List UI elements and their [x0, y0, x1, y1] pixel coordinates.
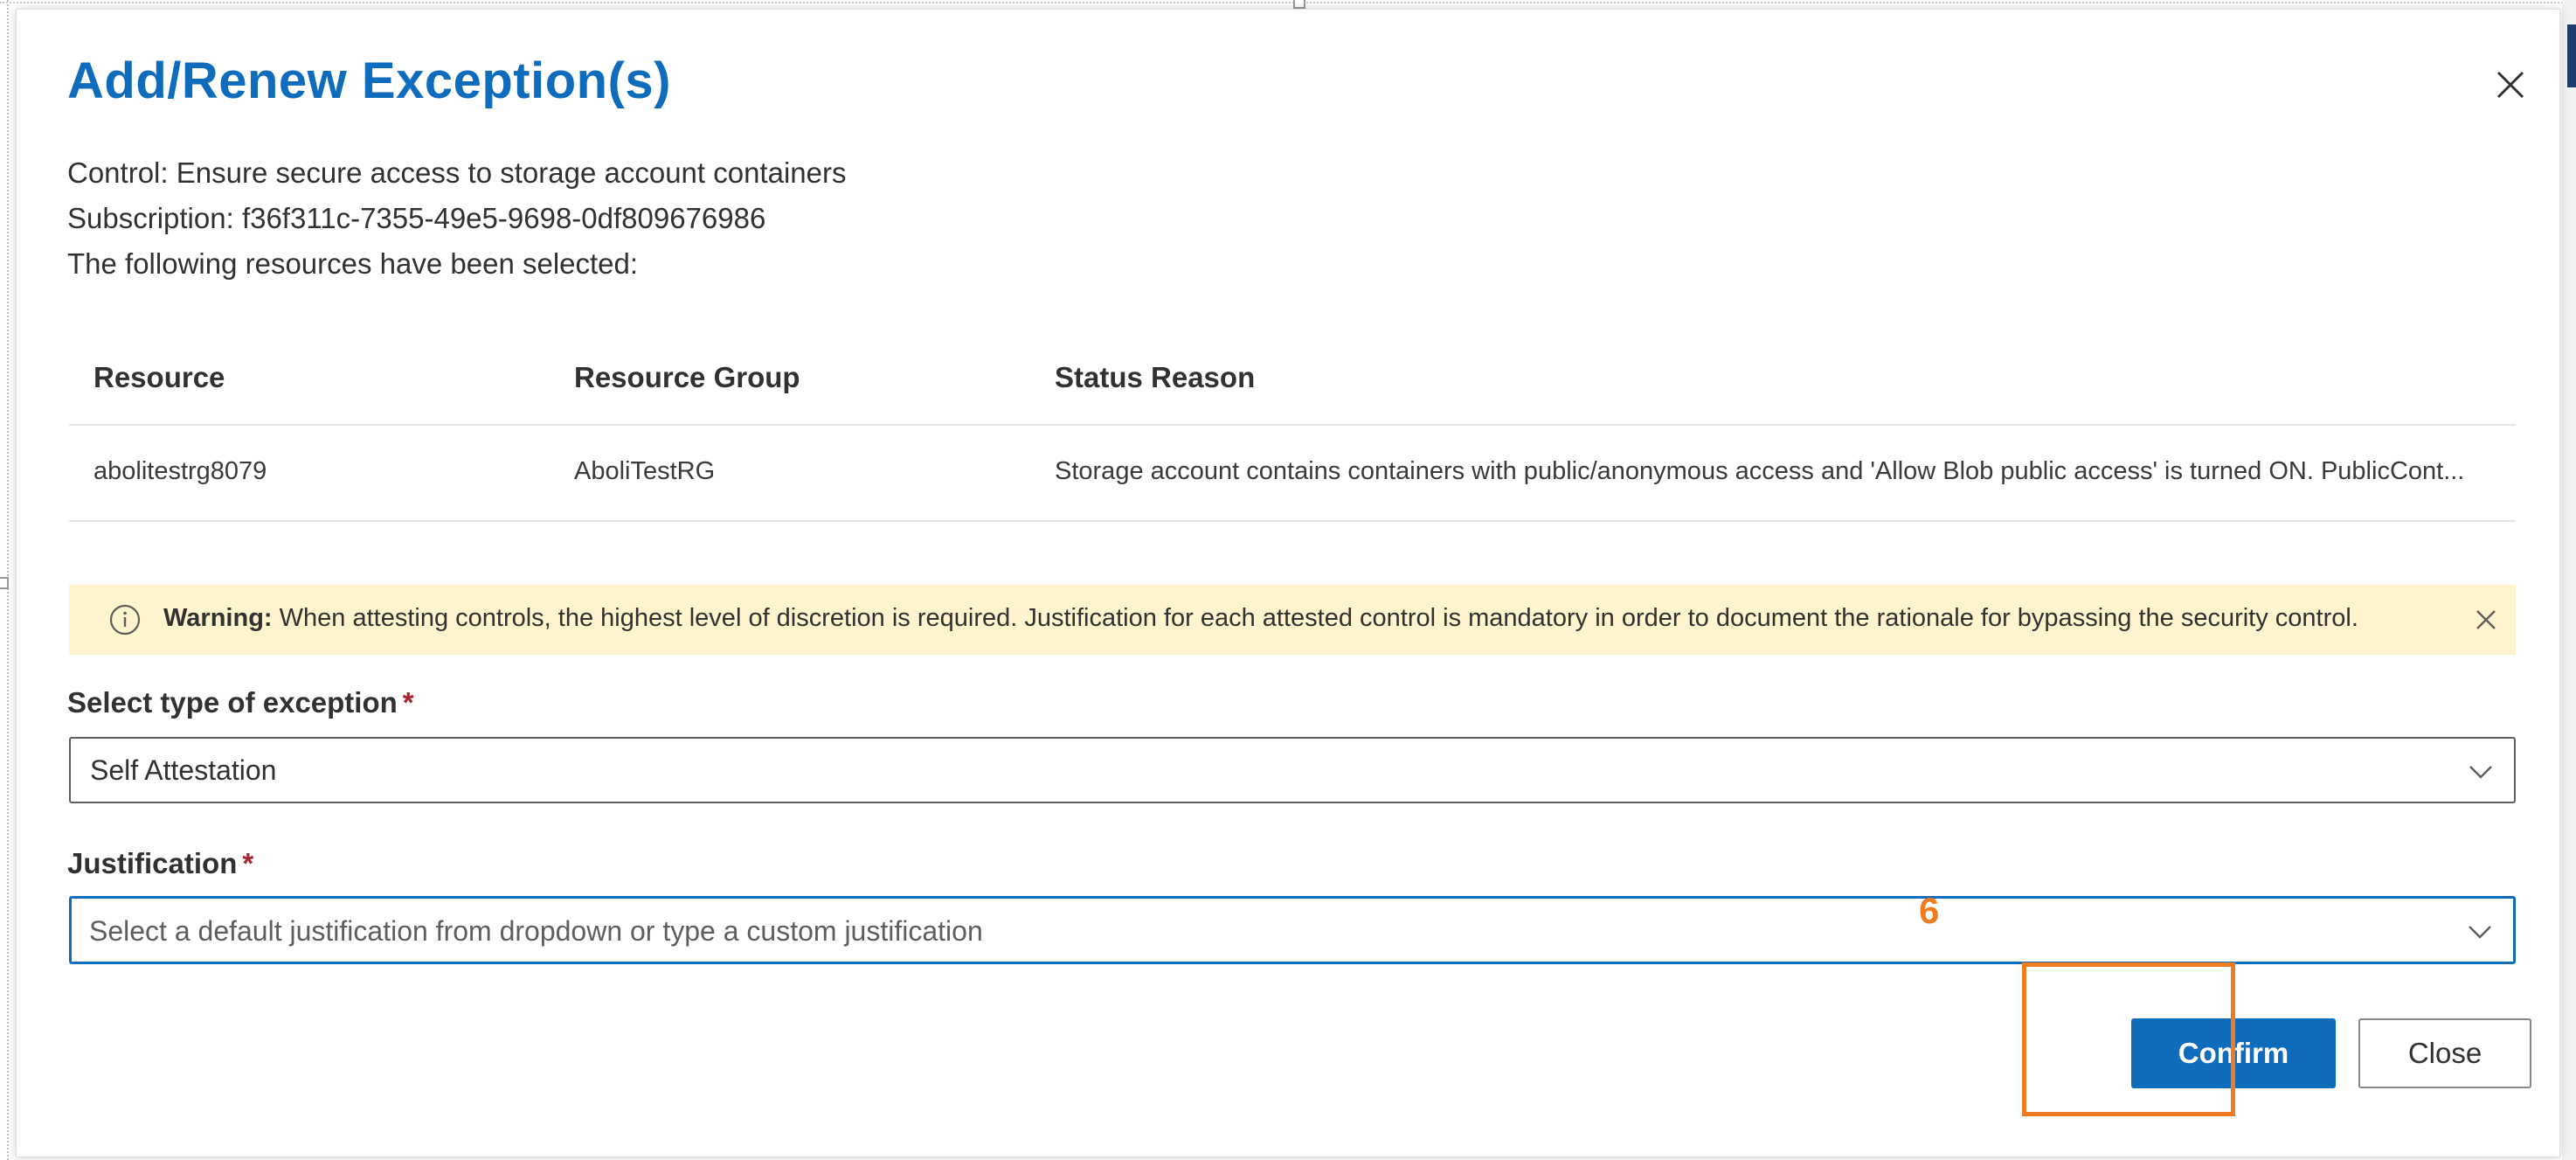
exception-type-dropdown[interactable]: Self Attestation: [69, 737, 2516, 803]
page-frame-top: [0, 2, 2576, 3]
column-header-status-reason[interactable]: Status Reason: [1055, 361, 1255, 394]
subscription-value: f36f311c-7355-49e5-9698-0df809676986: [241, 202, 766, 234]
warning-text: Warning: When attesting controls, the hi…: [163, 604, 2358, 633]
background-page-accent: [2567, 24, 2576, 87]
chevron-down-icon[interactable]: [2465, 756, 2496, 788]
info-icon: [107, 602, 142, 637]
exception-type-label: Select type of exception *: [67, 686, 414, 719]
step-annotation-number: 6: [1919, 890, 1940, 931]
subscription-info: Subscription: f36f311c-7355-49e5-9698-0d…: [67, 202, 765, 235]
justification-combobox[interactable]: [69, 896, 2516, 964]
dismiss-icon[interactable]: [2470, 604, 2502, 636]
justification-label-text: Justification: [67, 847, 238, 879]
column-header-resource-group[interactable]: Resource Group: [574, 361, 800, 394]
table-row[interactable]: abolitestrg8079 AboliTestRG Storage acco…: [69, 426, 2516, 522]
control-value: Ensure secure access to storage account …: [176, 156, 847, 189]
control-info: Control: Ensure secure access to storage…: [67, 156, 847, 190]
warning-message: When attesting controls, the highest lev…: [279, 604, 2358, 632]
required-marker: *: [402, 686, 414, 719]
selected-resources-text: The following resources have been select…: [67, 247, 639, 280]
close-button[interactable]: Close: [2358, 1018, 2531, 1088]
subscription-label: Subscription:: [67, 202, 234, 234]
required-marker: *: [242, 847, 254, 879]
chevron-down-icon[interactable]: [2464, 916, 2496, 948]
resize-handle-left[interactable]: [0, 577, 9, 589]
control-label: Control:: [67, 156, 169, 189]
step-annotation-box: [2022, 962, 2235, 1116]
cell-resource-group: AboliTestRG: [574, 457, 716, 485]
background-page-strip: [2562, 0, 2576, 1160]
justification-label: Justification *: [67, 847, 253, 880]
warning-banner: Warning: When attesting controls, the hi…: [69, 585, 2516, 655]
cell-status-reason: Storage account contains containers with…: [1055, 457, 2465, 485]
exception-type-label-text: Select type of exception: [67, 686, 398, 719]
justification-input[interactable]: [87, 911, 2415, 951]
warning-title: Warning:: [163, 604, 273, 632]
dialog-title: Add/Renew Exception(s): [67, 52, 671, 109]
resources-table: Resource Resource Group Status Reason ab…: [69, 337, 2516, 522]
cell-resource: abolitestrg8079: [93, 457, 267, 485]
resize-handle-top[interactable]: [1293, 0, 1305, 9]
column-header-resource[interactable]: Resource: [93, 361, 225, 394]
exception-type-value: Self Attestation: [90, 754, 277, 786]
table-header: Resource Resource Group Status Reason: [69, 337, 2516, 426]
close-icon[interactable]: [2489, 64, 2531, 106]
